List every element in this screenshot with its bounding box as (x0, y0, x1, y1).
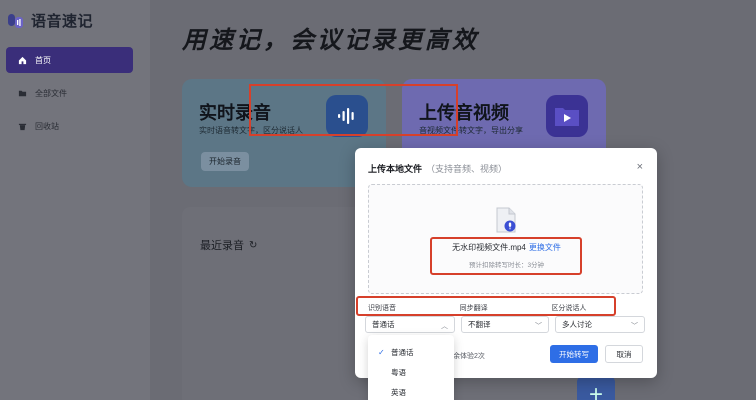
home-icon (18, 56, 27, 65)
translate-select-value: 不翻译 (468, 320, 491, 329)
language-option-cantonese[interactable]: 粤语 (368, 362, 454, 382)
translate-select[interactable]: 不翻译 ﹀ (461, 316, 549, 333)
start-transcribe-button[interactable]: 开始转写 (550, 345, 598, 363)
language-select[interactable]: 普通话 ︿ (365, 316, 455, 333)
speaker-select[interactable]: 多人讨论 ﹀ (555, 316, 645, 333)
sidebar: 语音速记 首页 全部文件 回收站 (0, 0, 150, 400)
sidebar-item-label: 首页 (35, 55, 51, 65)
sidebar-item-trash[interactable]: 回收站 (6, 113, 133, 139)
file-highlight (430, 237, 582, 275)
sidebar-item-label: 回收站 (35, 121, 59, 131)
trash-icon (18, 122, 27, 131)
recent-title-text: 最近录音 (200, 240, 244, 252)
close-icon[interactable]: × (637, 161, 643, 173)
language-option-english[interactable]: 英语 (368, 382, 454, 400)
dialog-title-text: 上传本地文件 (368, 164, 423, 174)
sidebar-item-home[interactable]: 首页 (6, 47, 133, 73)
audio-file-icon (496, 207, 516, 233)
option-label: 普通话 (391, 347, 414, 357)
add-icon[interactable]: + (577, 376, 615, 400)
check-icon: ✓ (378, 347, 385, 357)
sidebar-nav: 首页 全部文件 回收站 (6, 47, 133, 146)
start-recording-button[interactable]: 开始录音 (201, 152, 249, 171)
language-select-value: 普通话 (372, 320, 395, 329)
chevron-up-icon: ︿ (441, 323, 448, 330)
options-highlight (356, 296, 616, 316)
sidebar-item-label: 全部文件 (35, 88, 67, 98)
recent-title: 最近录音 ↻ (200, 237, 257, 253)
option-label: 英语 (391, 387, 406, 397)
speaker-select-value: 多人讨论 (562, 320, 592, 329)
app-logo-icon (7, 12, 25, 30)
video-folder-icon (546, 95, 588, 137)
brand: 语音速记 (7, 10, 93, 31)
language-dropdown: ✓ 普通话 粤语 英语 (368, 335, 454, 400)
app-name: 语音速记 (31, 13, 94, 30)
refresh-icon[interactable]: ↻ (249, 240, 257, 251)
upload-card-highlight (249, 84, 458, 136)
sidebar-item-all-files[interactable]: 全部文件 (6, 80, 133, 106)
chevron-down-icon: ﹀ (535, 323, 542, 330)
dialog-title: 上传本地文件 （支持音频、视频） (368, 162, 507, 175)
chevron-down-icon: ﹀ (631, 323, 638, 330)
page-headline: 用速记，会议记录更高效 (182, 27, 479, 54)
option-label: 粤语 (391, 367, 406, 377)
dialog-title-hint: （支持音频、视频） (426, 164, 508, 174)
trial-remaining: 余体验2次 (453, 353, 485, 360)
cancel-button[interactable]: 取消 (605, 345, 643, 363)
folder-icon (18, 89, 27, 98)
language-option-mandarin[interactable]: ✓ 普通话 (368, 342, 454, 362)
